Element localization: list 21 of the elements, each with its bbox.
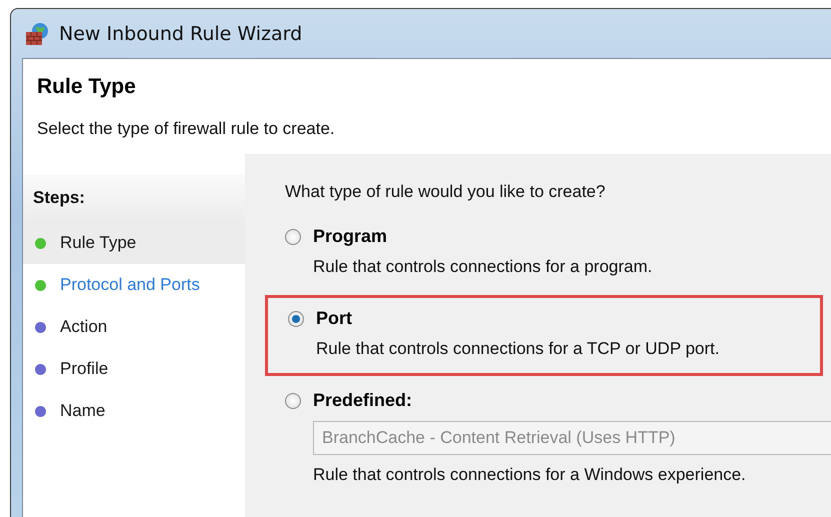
radio-button[interactable] [285, 392, 301, 408]
option-description: Rule that controls connections for a Windows experience. [313, 465, 747, 485]
question-text: What type of rule would you like to create? [285, 182, 606, 202]
option-label: Port [316, 308, 352, 329]
option-description: Rule that controls connections for a TCP or UDP port. [316, 339, 720, 359]
page-title: Rule Type [37, 75, 137, 99]
steps-heading: Steps: [23, 174, 245, 222]
window-title: New Inbound Rule Wizard [59, 22, 302, 44]
step-label: Protocol and Ports [60, 275, 200, 295]
step-label: Profile [60, 359, 108, 379]
step-item[interactable]: Rule Type [23, 222, 245, 264]
option-description: Rule that controls connections for a program. [313, 257, 654, 277]
step-label: Action [60, 317, 108, 337]
page-subtitle: Select the type of firewall rule to create. [37, 119, 336, 139]
step-label: Rule Type [60, 233, 136, 253]
step-label: Name [60, 401, 106, 421]
brick-wall-globe-icon [25, 22, 51, 46]
radio-button[interactable] [288, 310, 304, 326]
option-label: Predefined: [313, 390, 412, 411]
radio-button[interactable] [285, 228, 301, 244]
option-label: Program [313, 226, 388, 247]
